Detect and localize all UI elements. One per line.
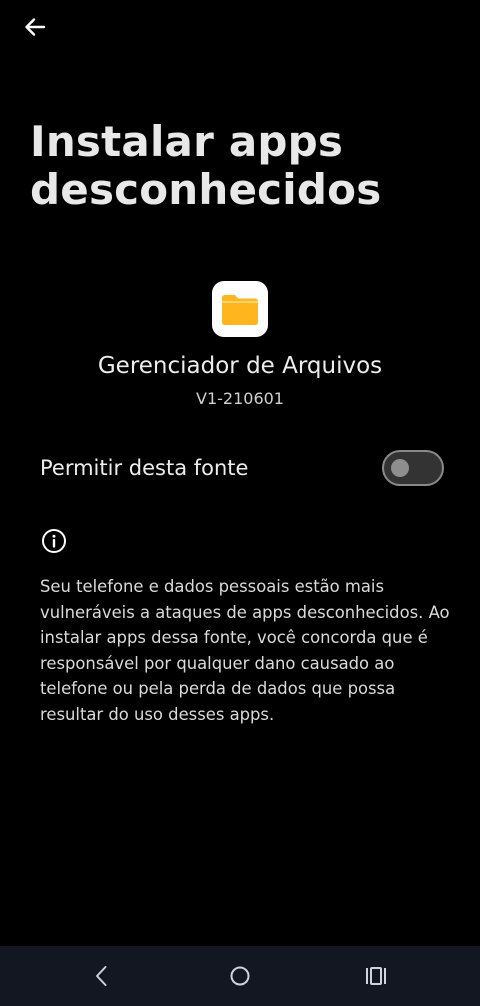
- info-icon: [42, 529, 66, 553]
- app-icon: [212, 281, 268, 337]
- allow-from-source-toggle[interactable]: [382, 450, 444, 486]
- navigation-bar: [0, 946, 480, 1006]
- arrow-left-icon: [25, 18, 46, 36]
- security-warning-text: Seu telefone e dados pessoais estão mais…: [40, 577, 450, 724]
- nav-home-button[interactable]: [220, 956, 260, 996]
- toggle-thumb: [391, 459, 409, 477]
- back-icon: [96, 966, 107, 986]
- nav-back-button[interactable]: [82, 956, 122, 996]
- page-title: Instalar apps desconhecidos: [30, 117, 382, 214]
- home-icon: [230, 966, 250, 986]
- folder-icon: [222, 295, 258, 325]
- allow-from-source-setting[interactable]: Permitir desta fonte: [40, 446, 444, 490]
- nav-recents-button[interactable]: [356, 956, 396, 996]
- back-button[interactable]: [14, 6, 56, 48]
- allow-from-source-label: Permitir desta fonte: [40, 456, 249, 480]
- app-name: Gerenciador de Arquivos: [97, 353, 383, 379]
- recents-icon: [366, 967, 386, 985]
- app-version: V1-210601: [196, 389, 284, 408]
